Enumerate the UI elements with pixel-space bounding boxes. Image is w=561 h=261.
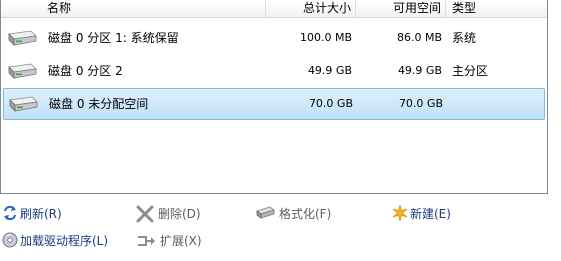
new-label: 新建(E) bbox=[410, 207, 451, 221]
format-drive-icon bbox=[255, 205, 275, 227]
partition-free-space: 49.9 GB bbox=[397, 64, 442, 77]
partition-name: 磁盘 0 分区 1: 系统保留 bbox=[48, 31, 179, 45]
refresh-icon bbox=[2, 205, 18, 227]
cd-disc-icon bbox=[2, 232, 18, 254]
partition-total-size: 70.0 GB bbox=[308, 97, 353, 110]
partition-free-space: 86.0 MB bbox=[396, 31, 442, 44]
partition-total-size: 100.0 MB bbox=[299, 31, 352, 44]
partition-name: 磁盘 0 分区 2 bbox=[48, 64, 123, 78]
delete-label: 删除(D) bbox=[158, 207, 201, 221]
partition-row-selected[interactable]: 磁盘 0 未分配空间 70.0 GB 70.0 GB bbox=[3, 88, 545, 120]
format-label: 格式化(F) bbox=[279, 207, 332, 221]
delete-x-icon bbox=[136, 205, 154, 229]
disk-partition-panel: 名称 总计大小 可用空间 类型 磁盘 0 分区 1: 系统保留 100.0 MB… bbox=[0, 0, 561, 261]
disk-drive-icon bbox=[5, 23, 39, 53]
partition-free-space: 70.0 GB bbox=[398, 97, 443, 110]
column-header-name[interactable]: 名称 bbox=[1, 0, 266, 18]
partition-row[interactable]: 磁盘 0 分区 1: 系统保留 100.0 MB 86.0 MB 系统 bbox=[1, 23, 547, 55]
partition-type: 主分区 bbox=[452, 64, 489, 78]
list-header: 名称 总计大小 可用空间 类型 bbox=[1, 0, 547, 18]
new-starburst-icon bbox=[392, 203, 408, 227]
extend-label: 扩展(X) bbox=[160, 234, 202, 248]
partition-row[interactable]: 磁盘 0 分区 2 49.9 GB 49.9 GB 主分区 bbox=[1, 56, 547, 88]
partition-total-size: 49.9 GB bbox=[307, 64, 352, 77]
disk-drive-icon bbox=[5, 56, 39, 86]
partition-list[interactable]: 名称 总计大小 可用空间 类型 磁盘 0 分区 1: 系统保留 100.0 MB… bbox=[0, 0, 548, 194]
partition-name: 磁盘 0 未分配空间 bbox=[49, 97, 149, 111]
refresh-label: 刷新(R) bbox=[20, 207, 62, 221]
extend-icon bbox=[136, 232, 156, 256]
column-header-free-space[interactable]: 可用空间 bbox=[356, 0, 446, 18]
partition-type bbox=[453, 89, 543, 119]
disk-drive-icon bbox=[6, 89, 40, 119]
partition-type: 系统 bbox=[452, 31, 477, 45]
column-header-type[interactable]: 类型 bbox=[446, 0, 547, 18]
column-header-total-size[interactable]: 总计大小 bbox=[266, 0, 356, 18]
load-driver-label: 加载驱动程序(L) bbox=[20, 234, 109, 248]
